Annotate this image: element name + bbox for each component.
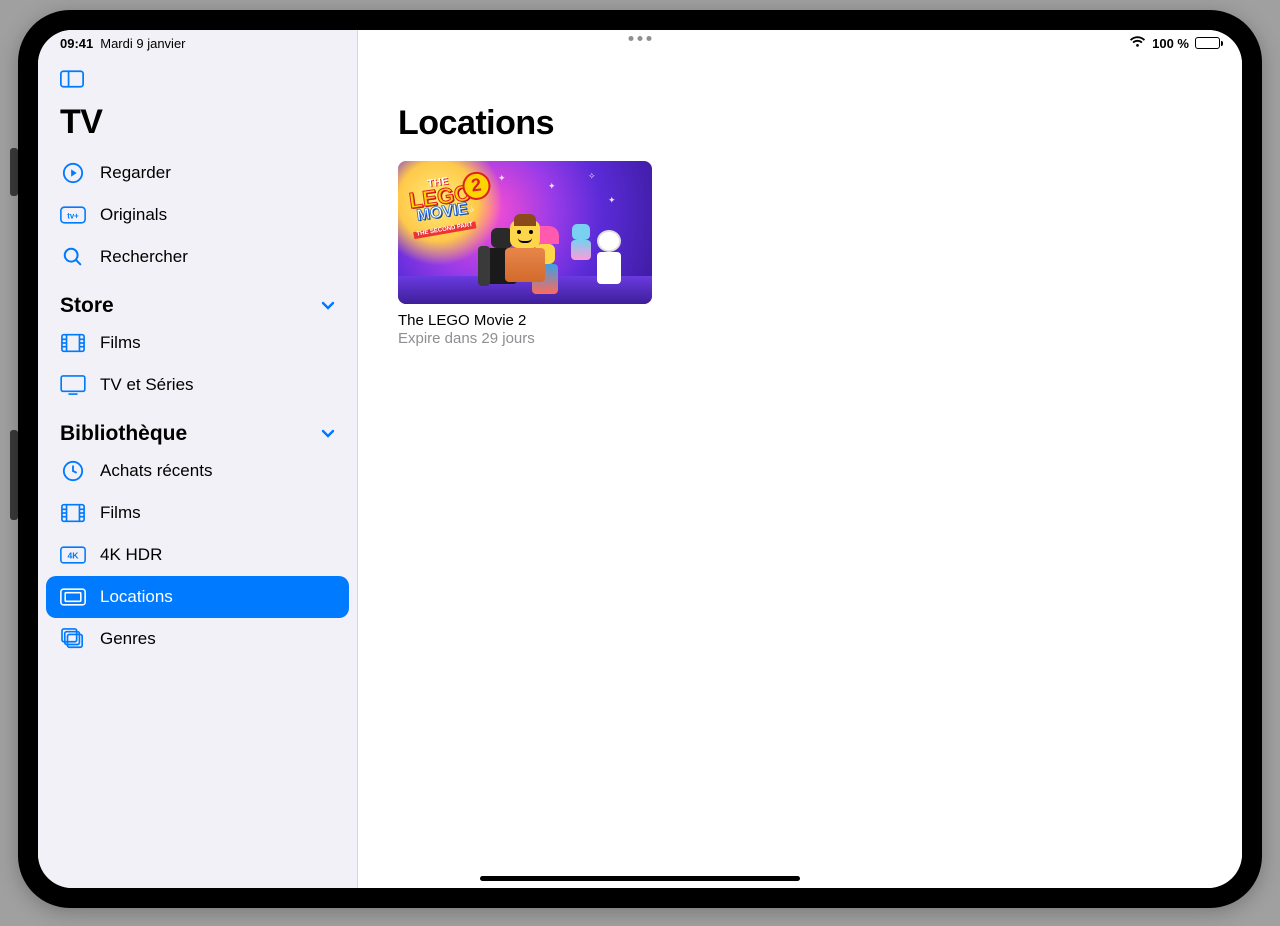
sidebar-item-label: TV et Séries: [100, 375, 194, 395]
sidebar-item-label: 4K HDR: [100, 545, 162, 565]
svg-text:4K: 4K: [67, 550, 79, 560]
sidebar-item-originals[interactable]: tv+ Originals: [46, 194, 349, 236]
ipad-screen: 09:41 Mardi 9 janvier 100 %: [38, 30, 1242, 888]
atv-plus-icon: tv+: [60, 204, 86, 226]
sidebar-item-regarder[interactable]: Regarder: [46, 152, 349, 194]
4k-icon: 4K: [60, 544, 86, 566]
film-icon: [60, 332, 86, 354]
sidebar-item-tv-series[interactable]: TV et Séries: [46, 364, 349, 406]
sidebar-item-rechercher[interactable]: Rechercher: [46, 236, 349, 278]
multitask-dots-icon[interactable]: [629, 36, 652, 41]
ipad-frame: 09:41 Mardi 9 janvier 100 %: [18, 10, 1262, 908]
sidebar-item-label: Regarder: [100, 163, 171, 183]
ticket-icon: [60, 586, 86, 608]
sidebar-item-films-store[interactable]: Films: [46, 322, 349, 364]
film-icon: [60, 502, 86, 524]
chevron-down-icon: [321, 426, 335, 442]
section-header-label: Bibliothèque: [60, 422, 187, 446]
play-circle-icon: [60, 162, 86, 184]
sidebar-item-label: Genres: [100, 629, 156, 649]
content-area: Locations ✦ ✦ ✧ ✦ ✧ THE LEGO MOVIE: [358, 30, 1242, 888]
stack-icon: [60, 628, 86, 650]
svg-text:tv+: tv+: [67, 211, 79, 220]
section-header-label: Store: [60, 294, 114, 318]
clock-icon: [60, 460, 86, 482]
chevron-down-icon: [321, 298, 335, 314]
rental-title: The LEGO Movie 2: [398, 312, 652, 329]
sidebar: TV Regarder tv+ Originals: [38, 30, 358, 888]
ipad-side-button: [10, 148, 18, 196]
section-header-store[interactable]: Store: [46, 278, 349, 322]
search-icon: [60, 246, 86, 268]
sidebar-item-label: Achats récents: [100, 461, 212, 481]
app-title: TV: [46, 97, 349, 152]
sidebar-item-achats-recents[interactable]: Achats récents: [46, 450, 349, 492]
ipad-side-button: [10, 430, 18, 520]
sidebar-item-films-lib[interactable]: Films: [46, 492, 349, 534]
sidebar-item-label: Locations: [100, 587, 173, 607]
sidebar-toggle-icon[interactable]: [46, 66, 349, 97]
page-title: Locations: [398, 104, 1202, 143]
rental-tile[interactable]: ✦ ✦ ✧ ✦ ✧ THE LEGO MOVIE 2 THE SECOND PA…: [398, 161, 652, 347]
section-header-library[interactable]: Bibliothèque: [46, 406, 349, 450]
rental-thumbnail: ✦ ✦ ✧ ✦ ✧ THE LEGO MOVIE 2 THE SECOND PA…: [398, 161, 652, 304]
sidebar-item-locations[interactable]: Locations: [46, 576, 349, 618]
tv-screen-icon: [60, 374, 86, 396]
sidebar-item-4k-hdr[interactable]: 4K 4K HDR: [46, 534, 349, 576]
sidebar-item-label: Rechercher: [100, 247, 188, 267]
sidebar-item-label: Originals: [100, 205, 167, 225]
sidebar-item-label: Films: [100, 503, 141, 523]
home-indicator[interactable]: [480, 876, 800, 881]
sidebar-item-label: Films: [100, 333, 141, 353]
sidebar-item-genres[interactable]: Genres: [46, 618, 349, 660]
rental-subtitle: Expire dans 29 jours: [398, 330, 652, 347]
